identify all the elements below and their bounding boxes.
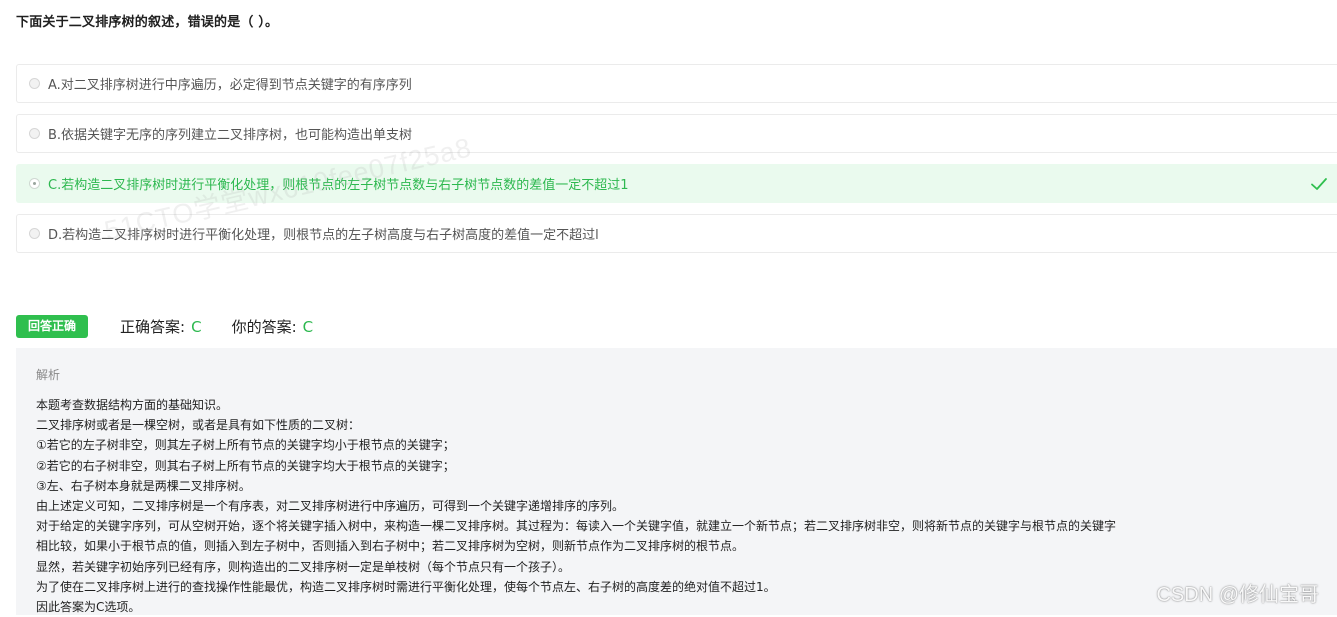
analysis-line: 对于给定的关键字序列，可从空树开始，逐个将关键字插入树中，来构造一棵二叉排序树。… (36, 519, 1117, 534)
result-badge: 回答正确 (16, 314, 89, 338)
analysis-line: 本题考查数据结构方面的基础知识。 (36, 398, 229, 412)
csdn-watermark: CSDN @修仙宝哥 (1156, 584, 1319, 606)
question-text: 下面关于二叉排序树的叙述，错误的是（ ）。 (16, 15, 279, 30)
option-a[interactable]: A.对二叉排序树进行中序遍历，必定得到节点关键字的有序序列 (16, 64, 1337, 103)
analysis-line: ②若它的右子树非空，则其右子树上所有节点的关键字均大于根节点的关键字； (36, 458, 455, 473)
analysis-line: 显然，若关键字初始序列已经有序，则构造出的二叉排序树一定是单枝树（每个节点只有一… (36, 559, 571, 574)
correct-answer-value: C (191, 317, 202, 336)
analysis-title: 解析 (36, 368, 61, 382)
option-d-radio[interactable] (29, 228, 40, 239)
correct-answer: 正确答案: C (120, 316, 202, 337)
option-b[interactable]: B.依据关键字无序的序列建立二叉排序树，也可能构造出单支树 (16, 114, 1337, 153)
result-row: 回答正确 正确答案: C 你的答案: C (16, 314, 313, 338)
option-a-label: A.对二叉排序树进行中序遍历，必定得到节点关键字的有序序列 (48, 78, 412, 93)
correct-answer-label: 正确答案: (120, 317, 186, 336)
analysis-panel: 解析 本题考查数据结构方面的基础知识。 二叉排序树或者是一棵空树，或者是具有如下… (16, 348, 1337, 615)
option-c-radio[interactable] (29, 178, 40, 189)
analysis-line: 二叉排序树或者是一棵空树，或者是具有如下性质的二叉树： (36, 418, 361, 433)
your-answer-value: C (302, 317, 314, 336)
check-icon (1311, 178, 1327, 190)
analysis-line: 为了使在二叉排序树上进行的查找操作性能最优，构造二叉排序树时需进行平衡化处理，使… (36, 579, 776, 594)
your-answer-label: 你的答案: (231, 317, 297, 336)
analysis-line: 由上述定义可知，二叉排序树是一个有序表，对二叉排序树进行中序遍历，可得到一个关键… (36, 499, 625, 514)
analysis-line: 相比较，如果小于根节点的值，则插入到左子树中，否则插入到右子树中；若二叉排序树为… (36, 539, 745, 554)
option-a-radio[interactable] (29, 78, 40, 89)
option-b-label: B.依据关键字无序的序列建立二叉排序树，也可能构造出单支树 (48, 128, 413, 143)
analysis-line: 因此答案为C选项。 (36, 600, 141, 615)
your-answer: 你的答案: C (232, 316, 314, 337)
analysis-line: ③左、右子树本身就是两棵二叉排序树。 (36, 478, 251, 493)
option-b-radio[interactable] (29, 128, 40, 139)
analysis-line: ①若它的左子树非空，则其左子树上所有节点的关键字均小于根节点的关键字； (36, 438, 455, 453)
